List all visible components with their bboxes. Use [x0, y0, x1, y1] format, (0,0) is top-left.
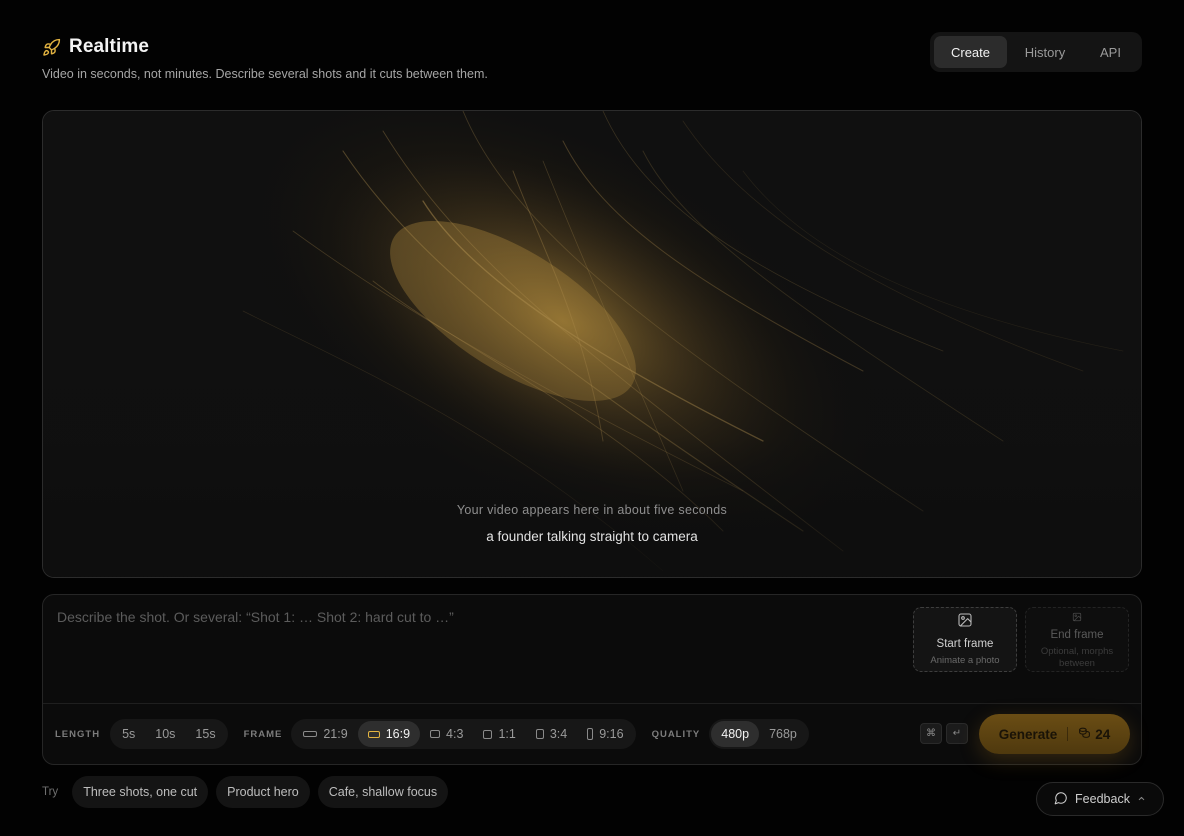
end-frame-button[interactable]: End frame Optional, morphs between: [1025, 607, 1129, 672]
aspect-4-3-icon: [430, 730, 441, 738]
tab-create[interactable]: Create: [934, 36, 1007, 68]
prompt-composer: Start frame Animate a photo End frame Op…: [42, 594, 1142, 765]
frame-option-label: 3:4: [549, 727, 568, 741]
chevron-up-icon: [1137, 792, 1146, 806]
feedback-label: Feedback: [1075, 792, 1130, 806]
chat-bubble-icon: [1054, 791, 1068, 808]
end-frame-sub: Optional, morphs between: [1040, 646, 1114, 669]
image-icon: [1072, 608, 1082, 627]
start-frame-button[interactable]: Start frame Animate a photo: [913, 607, 1017, 672]
quality-selector: 480p 768p: [709, 719, 809, 749]
cmd-key-hint: ⌘: [920, 723, 942, 744]
frame-option-3-4[interactable]: 3:4: [526, 721, 577, 747]
quality-option-480p[interactable]: 480p: [711, 721, 760, 747]
generate-label: Generate: [998, 726, 1058, 742]
frame-option-4-3[interactable]: 4:3: [420, 721, 473, 747]
frame-option-1-1[interactable]: 1:1: [473, 721, 525, 747]
frame-option-label: 1:1: [498, 727, 516, 741]
frame-selector: 21:9 16:9 4:3 1:1 3:4 9:16: [291, 719, 636, 749]
coins-icon: [1078, 726, 1091, 742]
tab-api[interactable]: API: [1083, 36, 1138, 68]
tab-history[interactable]: History: [1007, 36, 1083, 68]
feedback-button[interactable]: Feedback: [1036, 782, 1164, 816]
generation-controls: LENGTH 5s 10s 15s FRAME 21:9 16:9 4:3 1:…: [55, 718, 809, 750]
preview-hint: Your video appears here in about five se…: [456, 503, 728, 517]
aspect-21-9-icon: [303, 731, 318, 737]
end-frame-label: End frame: [1050, 629, 1104, 641]
length-selector: 5s 10s 15s: [110, 719, 228, 749]
credits-cost: 24: [1078, 726, 1110, 742]
generate-divider: [1067, 727, 1069, 741]
quality-option-768p[interactable]: 768p: [759, 721, 807, 747]
start-frame-label: Start frame: [936, 638, 994, 650]
enter-key-hint: ↵: [946, 723, 968, 744]
image-icon: [957, 608, 973, 633]
try-suggestions: Try Three shots, one cut Product hero Ca…: [42, 776, 449, 808]
preview-prompt: a founder talking straight to camera: [486, 529, 698, 544]
aspect-1-1-icon: [483, 729, 493, 739]
length-label: LENGTH: [55, 728, 101, 740]
frame-option-label: 16:9: [385, 727, 411, 741]
video-preview: Your video appears here in about five se…: [42, 110, 1142, 578]
view-tabs: Create History API: [930, 32, 1142, 72]
page-header: Realtime Video in seconds, not minutes. …: [42, 36, 488, 81]
suggestion-chip[interactable]: Product hero: [216, 776, 310, 808]
credits-value: 24: [1095, 726, 1111, 742]
prompt-input[interactable]: [57, 609, 897, 689]
length-option-15s[interactable]: 15s: [185, 721, 225, 747]
frame-option-label: 9:16: [599, 727, 624, 741]
aspect-16-9-icon: [367, 730, 380, 738]
quality-label: QUALITY: [651, 728, 701, 740]
frame-option-label: 4:3: [446, 727, 464, 741]
frame-option-21-9[interactable]: 21:9: [293, 721, 357, 747]
try-label: Try: [42, 786, 59, 798]
frame-option-9-16[interactable]: 9:16: [577, 721, 633, 747]
aspect-9-16-icon: [587, 728, 594, 740]
frame-label: FRAME: [243, 728, 283, 740]
rocket-icon: [42, 38, 61, 57]
start-frame-sub: Animate a photo: [930, 655, 1000, 666]
suggestion-chip[interactable]: Three shots, one cut: [72, 776, 209, 808]
frame-option-label: 21:9: [323, 727, 348, 741]
generate-button[interactable]: Generate 24: [979, 714, 1130, 754]
length-option-5s[interactable]: 5s: [112, 721, 145, 747]
suggestion-chip[interactable]: Cafe, shallow focus: [317, 776, 449, 808]
frame-option-16-9[interactable]: 16:9: [357, 721, 421, 747]
length-option-10s[interactable]: 10s: [145, 721, 185, 747]
page-subtitle: Video in seconds, not minutes. Describe …: [42, 67, 488, 81]
aspect-3-4-icon: [535, 729, 544, 739]
composer-divider: [43, 703, 1141, 704]
page-title: Realtime: [69, 36, 150, 57]
